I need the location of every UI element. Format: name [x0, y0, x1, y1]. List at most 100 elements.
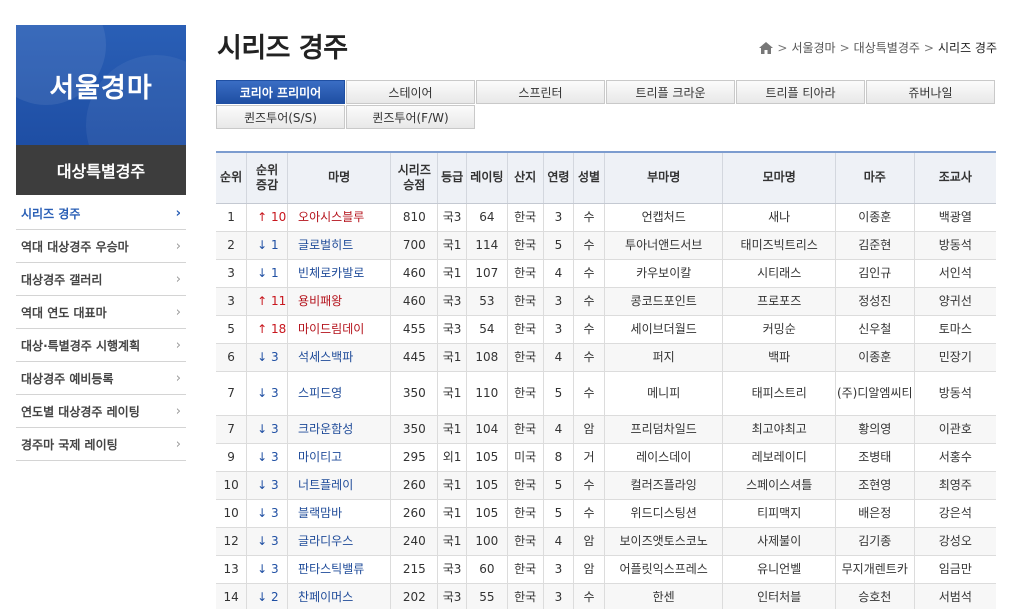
cell-sex: 암 [573, 415, 605, 444]
column-header: 성별 [573, 151, 605, 204]
column-header: 시리즈 승점 [390, 151, 439, 204]
sidebar-item-label: 경주마 국제 레이팅 [21, 437, 118, 452]
cell-age: 3 [543, 583, 575, 609]
horse-name-link[interactable]: 스피드영 [287, 371, 392, 416]
sidebar-item[interactable]: 역대 대상경주 우승마 › [16, 230, 186, 263]
cell-rank: 7 [216, 415, 248, 444]
horse-name-link[interactable]: 빈체로카발로 [287, 259, 392, 288]
page-title: 시리즈 경주 [217, 33, 348, 64]
cell-owner: 승호천 [835, 583, 915, 609]
cell-sex: 암 [573, 555, 605, 584]
horse-name-link[interactable]: 마이드림데이 [287, 315, 392, 344]
horse-name-link[interactable]: 마이티고 [287, 443, 392, 472]
cell-sire: 보이즈앳토스코노 [604, 527, 724, 556]
cell-grade: 국3 [437, 287, 467, 316]
cell-origin: 한국 [507, 343, 544, 372]
cell-trainer: 민장기 [914, 343, 996, 372]
chevron-right-icon: › [175, 370, 181, 386]
chevron-right-icon: › [175, 403, 181, 419]
cell-dam: 사제불이 [722, 527, 836, 556]
column-header: 순위 [216, 151, 248, 204]
cell-grade: 국3 [437, 555, 467, 584]
cell-age: 5 [543, 499, 575, 528]
cell-age: 4 [543, 527, 575, 556]
sidebar-item[interactable]: 연도별 대상경주 레이팅 › [16, 395, 186, 428]
series-tab[interactable]: 스테이어 [346, 80, 475, 104]
horse-name-link[interactable]: 블랙맘바 [287, 499, 392, 528]
cell-points: 700 [390, 231, 439, 260]
horse-name-link[interactable]: 글로벌히트 [287, 231, 392, 260]
series-tab[interactable]: 코리아 프리미어 [216, 80, 345, 104]
horse-name-link[interactable]: 글라디우스 [287, 527, 392, 556]
cell-age: 5 [543, 471, 575, 500]
table-row: 10 ↓ 3 너트플레이 260 국1 105 한국 5 수 컬러즈플라잉 스페이스셔틀 조현영 최영주 [216, 471, 996, 500]
cell-owner: 조현영 [835, 471, 915, 500]
series-tab[interactable]: 퀸즈투어(S/S) [216, 105, 345, 129]
column-header: 마명 [287, 151, 392, 204]
sidebar-item[interactable]: 경주마 국제 레이팅 › [16, 428, 186, 461]
cell-points: 240 [390, 527, 439, 556]
sidebar-item[interactable]: 대상경주 예비등록 › [16, 362, 186, 395]
sidebar-item[interactable]: 대상경주 갤러리 › [16, 263, 186, 296]
horse-name-link[interactable]: 판타스틱밸류 [287, 555, 392, 584]
table-body: 1 ↑ 10 오아시스블루 810 국3 64 한국 3 수 언캡처드 새나 이종훈 백광열 2 ↓ 1 글로… [216, 203, 996, 609]
table-row: 3 ↑ 11 용비패왕 460 국3 53 한국 3 수 콩코드포인트 프로포즈 정성진 양귀선 [216, 287, 996, 316]
cell-dam: 태피스트리 [722, 371, 836, 416]
cell-rank: 12 [216, 527, 248, 556]
cell-sire: 프리덤차일드 [604, 415, 724, 444]
sidebar-section-label: 대상특별경주 [56, 162, 146, 181]
cell-sex: 암 [573, 527, 605, 556]
breadcrumb-link[interactable]: 대상특별경주 [854, 39, 920, 56]
sidebar-item[interactable]: 역대 연도 대표마 › [16, 296, 186, 329]
sidebar-logo[interactable]: 서울경마 [16, 25, 186, 145]
cell-trainer: 방동석 [914, 371, 996, 416]
sidebar-item[interactable]: 시리즈 경주 › [16, 197, 186, 230]
cell-points: 295 [390, 443, 439, 472]
table-header-row: 순위 순위 증감 마명 시리즈 승점 등급 레이팅 산지 연령 성별 부마명 모마명 마주 조교사 [216, 151, 996, 204]
table-row: 1 ↑ 10 오아시스블루 810 국3 64 한국 3 수 언캡처드 새나 이종훈 백광열 [216, 203, 996, 232]
cell-rank: 3 [216, 287, 248, 316]
horse-name-link[interactable]: 용비패왕 [287, 287, 392, 316]
horse-name-link[interactable]: 석세스백파 [287, 343, 392, 372]
cell-grade: 국1 [437, 471, 467, 500]
series-tab[interactable]: 트리플 크라운 [606, 80, 735, 104]
horse-name-link[interactable]: 크라운함성 [287, 415, 392, 444]
cell-owner: 배은정 [835, 499, 915, 528]
table-row: 10 ↓ 3 블랙맘바 260 국1 105 한국 5 수 위드디스팅션 티피맥지 배은정 강은석 [216, 499, 996, 528]
cell-rank: 9 [216, 443, 248, 472]
series-tab[interactable]: 쥬버나일 [866, 80, 995, 104]
cell-rank: 13 [216, 555, 248, 584]
chevron-right-icon: › [175, 304, 181, 320]
sidebar-item[interactable]: 대상·특별경주 시행계획 › [16, 329, 186, 362]
cell-grade: 국1 [437, 371, 467, 416]
cell-rating: 64 [466, 203, 508, 232]
horse-name-link[interactable]: 너트플레이 [287, 471, 392, 500]
horse-name-link[interactable]: 오아시스블루 [287, 203, 392, 232]
cell-dam: 커밍순 [722, 315, 836, 344]
cell-points: 260 [390, 499, 439, 528]
sidebar-section-title: 대상특별경주 [16, 145, 186, 195]
rank-change: ↓ 1 [246, 259, 289, 288]
cell-owner: 조병태 [835, 443, 915, 472]
cell-dam: 스페이스셔틀 [722, 471, 836, 500]
cell-grade: 국1 [437, 527, 467, 556]
chevron-right-icon: › [175, 238, 181, 254]
home-icon[interactable] [759, 41, 774, 54]
sidebar-item-label: 대상·특별경주 시행계획 [21, 338, 141, 353]
cell-rank: 10 [216, 499, 248, 528]
cell-grade: 국1 [437, 343, 467, 372]
column-header: 산지 [507, 151, 544, 204]
column-header: 연령 [543, 151, 575, 204]
cell-sex: 거 [573, 443, 605, 472]
rank-change: ↓ 3 [246, 499, 289, 528]
breadcrumb-link[interactable]: 서울경마 [791, 39, 835, 56]
cell-origin: 한국 [507, 287, 544, 316]
horse-name-link[interactable]: 찬페이머스 [287, 583, 392, 609]
cell-sex: 수 [573, 471, 605, 500]
cell-origin: 한국 [507, 555, 544, 584]
series-tab[interactable]: 퀸즈투어(F/W) [346, 105, 475, 129]
cell-origin: 한국 [507, 527, 544, 556]
cell-sex: 수 [573, 315, 605, 344]
series-tab[interactable]: 스프린터 [476, 80, 605, 104]
series-tab[interactable]: 트리플 티아라 [736, 80, 865, 104]
